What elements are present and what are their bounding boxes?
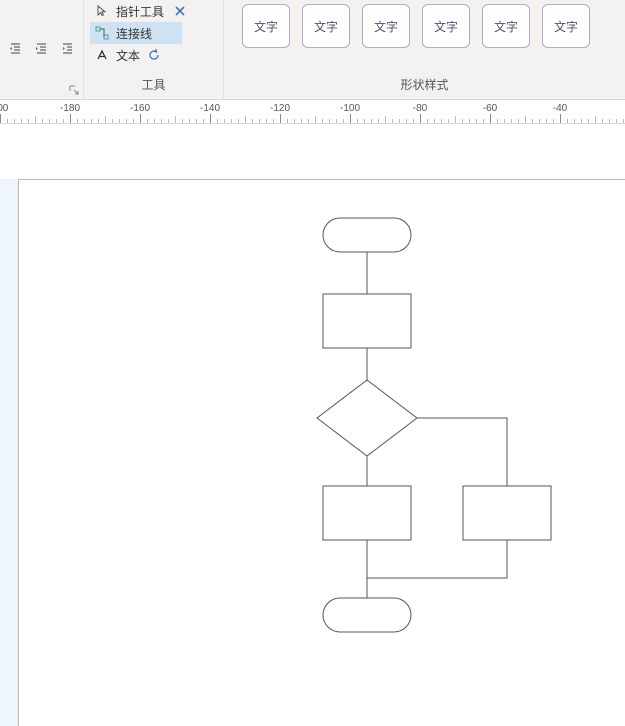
- indent-button[interactable]: [32, 38, 54, 60]
- workspace-margin: [0, 124, 625, 179]
- tools-group-label: 工具: [90, 76, 217, 97]
- svg-text:-140: -140: [200, 103, 220, 114]
- connector-icon: [94, 25, 110, 41]
- shape-style-swatch-4[interactable]: 文字: [422, 4, 470, 48]
- svg-text:200: 200: [0, 103, 9, 114]
- svg-text:-120: -120: [270, 103, 290, 114]
- flowchart-terminator-end[interactable]: [323, 598, 411, 632]
- ribbon-group-tools: 指针工具 连接线 x 文本 工具: [84, 0, 224, 99]
- drawing-page[interactable]: [18, 179, 625, 726]
- paragraph-group-label: [6, 93, 77, 97]
- flowchart-process-1[interactable]: [323, 294, 411, 348]
- svg-text:-180: -180: [60, 103, 80, 114]
- text-tool-label: 文本: [116, 47, 140, 64]
- text-tool-button[interactable]: 文本: [90, 44, 166, 66]
- shape-style-swatch-2[interactable]: 文字: [302, 4, 350, 48]
- text-tool-icon: [94, 47, 110, 63]
- svg-text:-80: -80: [413, 103, 428, 114]
- shape-style-swatch-6[interactable]: 文字: [542, 4, 590, 48]
- svg-text:-60: -60: [483, 103, 498, 114]
- svg-text:-40: -40: [553, 103, 568, 114]
- rotate-icon[interactable]: [146, 47, 162, 63]
- pointer-tool-label: 指针工具: [116, 3, 164, 20]
- increase-indent-button[interactable]: [58, 38, 80, 60]
- drawing-workspace[interactable]: [0, 124, 625, 726]
- flowchart-process-2[interactable]: [323, 486, 411, 540]
- shape-style-gallery[interactable]: 文字 文字 文字 文字 文字 文字: [230, 0, 619, 76]
- shape-style-swatch-1[interactable]: 文字: [242, 4, 290, 48]
- horizontal-ruler[interactable]: 200 -180 -160 -140 -120 -100 -80 -60 -40: [0, 100, 625, 124]
- pointer-tool-button[interactable]: 指针工具: [90, 0, 194, 22]
- outdent-button[interactable]: [6, 38, 28, 60]
- ribbon-group-paragraph: [0, 0, 84, 99]
- shape-styles-group-label: 形状样式: [230, 76, 619, 97]
- ribbon: 指针工具 连接线 x 文本 工具: [0, 0, 625, 100]
- pointer-icon: [94, 3, 110, 19]
- flowchart-terminator-start[interactable]: [323, 218, 411, 252]
- flowchart-process-3[interactable]: [463, 486, 551, 540]
- ribbon-group-shape-styles: 文字 文字 文字 文字 文字 文字 形状样式: [224, 0, 625, 99]
- shape-style-swatch-5[interactable]: 文字: [482, 4, 530, 48]
- connector-tool-button[interactable]: 连接线 x: [90, 22, 182, 44]
- shape-style-swatch-3[interactable]: 文字: [362, 4, 410, 48]
- flowchart-decision[interactable]: [317, 380, 417, 456]
- svg-text:-100: -100: [340, 103, 360, 114]
- delete-icon[interactable]: [170, 1, 190, 21]
- paragraph-dialog-launcher[interactable]: [68, 84, 80, 96]
- connector-tool-label: 连接线: [116, 25, 152, 42]
- svg-text:-160: -160: [130, 103, 150, 114]
